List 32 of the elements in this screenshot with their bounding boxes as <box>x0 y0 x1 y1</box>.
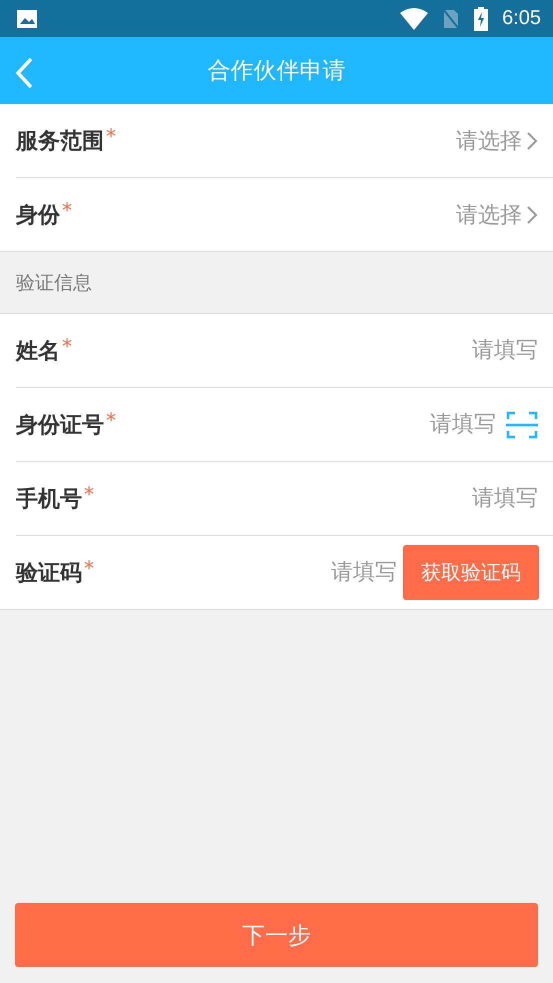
required-mark: * <box>106 408 116 432</box>
field-label: 身份 <box>16 202 60 230</box>
section-title: 验证信息 <box>16 270 92 296</box>
required-mark: * <box>62 334 72 358</box>
chevron-right-icon <box>526 204 538 224</box>
scan-button[interactable] <box>506 410 538 440</box>
field-label: 身份证号 <box>16 412 104 440</box>
chevron-right-icon <box>526 130 538 150</box>
required-mark: * <box>84 556 94 580</box>
field-label: 服务范围 <box>16 128 104 156</box>
required-mark: * <box>106 124 116 148</box>
select-field[interactable]: 请选择 <box>456 126 538 156</box>
input-field[interactable]: 请填写 <box>247 560 397 585</box>
input-field[interactable]: 请填写 <box>338 486 538 511</box>
field-label: 手机号 <box>16 486 82 514</box>
clock-time: 6:05 <box>502 7 541 30</box>
battery-icon <box>474 6 488 30</box>
input-field[interactable]: 请填写 <box>316 412 496 437</box>
wifi-icon <box>400 8 428 30</box>
required-mark: * <box>84 482 94 506</box>
no-sim-icon <box>442 8 460 30</box>
select-field[interactable]: 请选择 <box>456 200 538 230</box>
back-icon <box>14 57 34 89</box>
scan-icon <box>506 410 538 440</box>
next-button[interactable]: 下一步 <box>15 903 538 967</box>
image-icon <box>16 8 38 28</box>
field-label: 姓名 <box>16 338 60 366</box>
input-field[interactable]: 请填写 <box>338 338 538 363</box>
get-code-button[interactable]: 获取验证码 <box>403 545 539 600</box>
page-title: 合作伙伴申请 <box>208 57 346 86</box>
required-mark: * <box>62 198 72 222</box>
field-label: 验证码 <box>16 560 82 588</box>
